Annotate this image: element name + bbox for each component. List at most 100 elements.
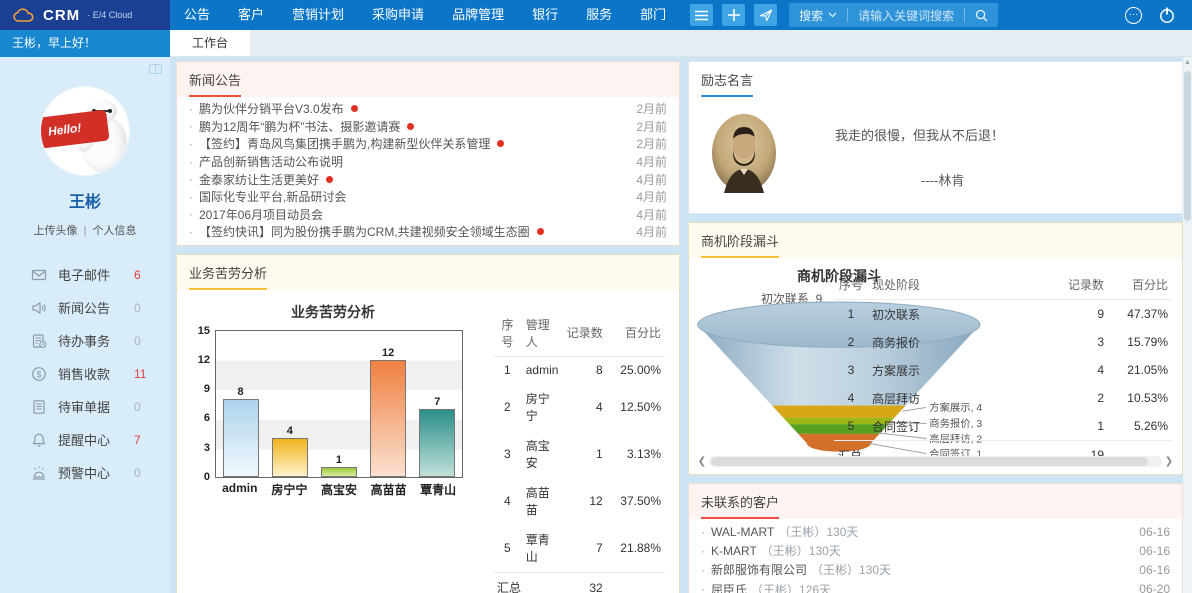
- profile-link[interactable]: 个人信息: [93, 225, 137, 237]
- news-item[interactable]: · 产品创新销售活动公布说明 4月前: [189, 153, 667, 171]
- scroll-up-arrow[interactable]: ▲: [1183, 57, 1192, 69]
- tab-workbench[interactable]: 工作台: [170, 30, 250, 56]
- customers-panel: 未联系的客户 · WAL-MART （王彬）130天 06-16 · K-: [688, 483, 1183, 593]
- left-column: 新闻公告 · 鹏为伙伴分销平台V3.0发布 2月前 · 鹏为12周年“鹏: [176, 61, 680, 593]
- search-scope-dropdown[interactable]: 搜索: [789, 7, 847, 24]
- panel-title: 励志名言: [701, 70, 753, 97]
- effort-yaxis: 03691215: [190, 331, 212, 477]
- news-item[interactable]: · 金泰家纺让生活更美好 4月前: [189, 170, 667, 188]
- menu-item[interactable]: 客户: [224, 0, 278, 30]
- funnel-panel: 商机阶段漏斗 商机阶段漏斗 初次联系, 9: [688, 222, 1183, 475]
- bar-value-label: 4: [287, 425, 293, 437]
- bar: 12: [370, 331, 406, 477]
- table-row: 4 高层拜访 2 10.53%: [834, 384, 1172, 412]
- news-item[interactable]: · 鹏为伙伴分销平台V3.0发布 2月前: [189, 100, 667, 118]
- sidebar-menu-item[interactable]: 新闻公告 0: [0, 291, 170, 324]
- table-row: 1 admin 8 25.00%: [493, 356, 665, 384]
- quote-panel: 励志名言: [688, 61, 1183, 214]
- y-axis-tick: 15: [198, 325, 210, 337]
- news-item[interactable]: · 鹏为12周年“鹏为杯”书法、摄影邀请赛 2月前: [189, 118, 667, 136]
- scrollbar-thumb[interactable]: [1184, 71, 1191, 221]
- search-input[interactable]: 请输入关键词搜索: [848, 7, 964, 24]
- horizontal-scrollbar: ❮ ❯: [695, 454, 1176, 468]
- table-row: 1 初次联系 9 47.37%: [834, 300, 1172, 329]
- bullet: ·: [189, 137, 193, 151]
- sidebar-menu: 电子邮件 6 新闻公告 0 待办事务 0 $ 销售收款: [0, 258, 170, 489]
- quote-author: ----林肯: [835, 170, 1004, 189]
- news-item[interactable]: · 国际化专业平台,新品研讨会 4月前: [189, 188, 667, 206]
- search-submit-button[interactable]: [965, 9, 998, 22]
- mail-icon: [30, 266, 47, 283]
- scrollbar-track[interactable]: [709, 456, 1162, 467]
- x-axis-label: 房宁宁: [266, 481, 312, 498]
- sidebar-menu-item[interactable]: 提醒中心 7: [0, 423, 170, 456]
- effort-chart: 业务苦劳分析 03691215 841127 admin房宁宁高宝安高苗苗覃青山: [187, 296, 479, 593]
- add-button[interactable]: [722, 4, 745, 26]
- panel-title: 未联系的客户: [701, 492, 779, 519]
- customer-item[interactable]: · K-MART （王彬）130天 06-16: [701, 541, 1170, 560]
- sidebar-menu-item[interactable]: 预警中心 0: [0, 456, 170, 489]
- brand-suffix: · E/4 Cloud: [87, 10, 132, 20]
- hamburger-icon: [695, 10, 708, 21]
- sidebar-collapse-icon[interactable]: [149, 64, 162, 74]
- sidebar-menu-item[interactable]: 电子邮件 6: [0, 258, 170, 291]
- table-row: 4 高苗苗 12 37.50%: [493, 478, 665, 525]
- more-options-button[interactable]: ···: [1125, 7, 1142, 24]
- x-axis-label: admin: [217, 481, 263, 498]
- hamburger-menu-button[interactable]: [690, 4, 713, 26]
- effort-xlabels: admin房宁宁高宝安高苗苗覃青山: [215, 481, 463, 498]
- news-list: · 鹏为伙伴分销平台V3.0发布 2月前 · 鹏为12周年“鹏为杯”书法、摄影邀…: [177, 97, 679, 245]
- customer-item[interactable]: · WAL-MART （王彬）130天 06-16: [701, 522, 1170, 541]
- x-axis-label: 高宝安: [316, 481, 362, 498]
- sidebar-menu-item[interactable]: $ 销售收款 11: [0, 357, 170, 390]
- right-column: 励志名言: [688, 61, 1183, 593]
- table-header-row: 序号 现处阶段 记录数 百分比: [834, 270, 1172, 300]
- chart-title: 业务苦劳分析: [187, 302, 479, 322]
- app-logo[interactable]: CRM · E/4 Cloud: [0, 0, 170, 30]
- menu-item[interactable]: 银行: [518, 0, 572, 30]
- news-item[interactable]: · 2017年06月项目动员会 4月前: [189, 206, 667, 224]
- table-total-row: 汇总 32: [493, 572, 665, 593]
- new-dot-icon: [351, 105, 358, 112]
- menu-item[interactable]: 公告: [170, 0, 224, 30]
- news-item[interactable]: · 【签约】青岛风鸟集团携手鹏为,构建新型伙伴关系管理 2月前: [189, 135, 667, 153]
- bullet: ·: [701, 544, 705, 558]
- customer-item[interactable]: · 屈臣氏 （王彬）126天 06-20: [701, 580, 1170, 593]
- effort-panel: 业务苦劳分析 业务苦劳分析 03691215 841127 admin房宁宁高宝…: [176, 254, 680, 593]
- search-icon: [975, 9, 988, 22]
- logout-button[interactable]: [1158, 6, 1176, 24]
- sidebar-menu-item[interactable]: 待审单据 0: [0, 390, 170, 423]
- vertical-scrollbar[interactable]: ▲: [1183, 57, 1192, 593]
- bar: 4: [272, 331, 308, 477]
- news-item[interactable]: · 【签约快讯】同为股份携手鹏为CRM,共建视频安全领域生态圈 4月前: [189, 223, 667, 241]
- panel-title: 业务苦劳分析: [189, 263, 267, 290]
- customer-item[interactable]: · 新郎服饰有限公司 （王彬）130天 06-16: [701, 560, 1170, 579]
- greeting-text: 王彬，早上好！: [0, 30, 170, 57]
- svg-text:$: $: [36, 369, 41, 379]
- bar-value-label: 8: [238, 386, 244, 398]
- menu-item[interactable]: 部门: [626, 0, 680, 30]
- y-axis-tick: 12: [198, 354, 210, 366]
- brand-name: CRM: [43, 7, 80, 24]
- avatar[interactable]: Hello!: [41, 87, 129, 175]
- upload-avatar-link[interactable]: 上传头像: [33, 225, 77, 237]
- send-button[interactable]: [754, 4, 777, 26]
- effort-bars: 8 4 1127: [216, 331, 462, 477]
- menu-item[interactable]: 采购申请: [358, 0, 438, 30]
- bullet: ·: [189, 190, 193, 204]
- crm-dashboard: CRM · E/4 Cloud 公告客户营销计划采购申请品牌管理银行服务部门: [0, 0, 1192, 593]
- sidebar-menu-item[interactable]: 待办事务 0: [0, 324, 170, 357]
- effort-plot: 03691215 841127: [215, 330, 463, 478]
- menu-item[interactable]: 品牌管理: [438, 0, 518, 30]
- bar: 7: [419, 331, 455, 477]
- table-row: 5 合同签订 1 5.26%: [834, 412, 1172, 441]
- tab-strip: 工作台: [170, 30, 1192, 57]
- bar: 1: [321, 331, 357, 477]
- alarm-icon: [30, 464, 47, 481]
- scrollbar-thumb[interactable]: [711, 457, 1148, 466]
- chevron-down-icon: [828, 12, 837, 18]
- menu-item[interactable]: 服务: [572, 0, 626, 30]
- table-row: 5 覃青山 7 21.88%: [493, 525, 665, 573]
- top-navbar: CRM · E/4 Cloud 公告客户营销计划采购申请品牌管理银行服务部门: [0, 0, 1192, 30]
- menu-item[interactable]: 营销计划: [278, 0, 358, 30]
